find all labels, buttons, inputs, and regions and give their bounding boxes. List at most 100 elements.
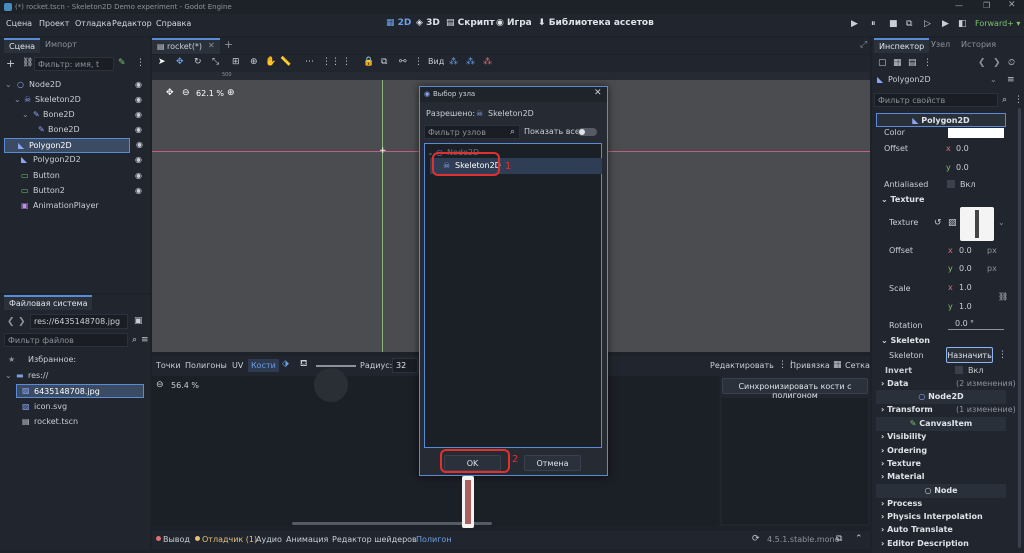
file-item-selected[interactable]: ▨ 6435148708.jpg: [16, 384, 144, 398]
workspace-2d[interactable]: ▦ 2D: [386, 18, 411, 28]
key-icon[interactable]: ⁂: [483, 57, 492, 67]
play-custom-icon[interactable]: ▶: [942, 19, 949, 29]
tab-points[interactable]: Точки: [156, 361, 181, 370]
uv-zoom-level[interactable]: 56.4 %: [171, 381, 199, 390]
forward-icon[interactable]: ❯: [993, 58, 1001, 68]
inspector-menu-icon[interactable]: ⋮: [1014, 95, 1023, 105]
load-resource-icon[interactable]: ▦: [893, 58, 902, 68]
eye-icon[interactable]: ◉: [135, 171, 144, 180]
scale-x-value[interactable]: 1.0: [959, 283, 972, 292]
scale-tool-icon[interactable]: ⤡: [212, 57, 219, 67]
texture-offset-y-value[interactable]: 0.0: [959, 264, 972, 273]
ruler-icon[interactable]: 📏: [280, 57, 291, 67]
physics-interpolation-section[interactable]: › Physics Interpolation: [881, 512, 983, 521]
save-resource-icon[interactable]: ▤: [908, 58, 917, 68]
pan-view-icon[interactable]: ✥: [166, 88, 174, 98]
ruler-tool-icon[interactable]: ⊞: [232, 57, 240, 67]
clear-weight-icon[interactable]: ⛾: [300, 359, 307, 370]
workspace-script[interactable]: ▤ Скрипт: [446, 18, 495, 28]
chevron-down-icon[interactable]: ⌄: [14, 95, 21, 104]
scene-script-icon[interactable]: ✎: [118, 58, 126, 68]
menu-editor[interactable]: Редактор: [112, 19, 152, 28]
tree-node-polygon2d[interactable]: ◣ Polygon2D: [4, 138, 130, 153]
tab-polygons[interactable]: Полигоны: [185, 361, 227, 370]
chevron-down-icon[interactable]: ⌄: [5, 80, 12, 89]
tree-node-bone2d[interactable]: ⌄ ✎ Bone2D ◉: [0, 108, 148, 123]
tab-bones[interactable]: Кости: [248, 359, 279, 372]
tree-node-animationplayer[interactable]: ▣ AnimationPlayer: [0, 199, 148, 214]
tab-rocket[interactable]: ▤ rocket(*) ✕: [152, 38, 220, 54]
filesystem-path-field[interactable]: res://6435148708.jpg: [30, 314, 128, 329]
more-icon[interactable]: ⋮: [342, 57, 351, 67]
center-view-icon[interactable]: ⁂: [466, 57, 475, 67]
stop-icon[interactable]: ■: [889, 19, 898, 29]
group-icon[interactable]: ⧉: [381, 57, 387, 67]
scale-y-value[interactable]: 1.0: [959, 302, 972, 311]
texture-thumbnail[interactable]: [960, 207, 994, 241]
play-scene-icon[interactable]: ▷: [924, 19, 931, 29]
snap-button[interactable]: Привязка: [790, 361, 830, 370]
property-filter-input[interactable]: Фильтр свойств: [874, 93, 998, 107]
new-resource-icon[interactable]: ▢: [878, 58, 887, 68]
weight-slider[interactable]: [316, 365, 356, 367]
tab-node[interactable]: Узел: [926, 38, 955, 53]
visibility-section[interactable]: › Visibility: [881, 432, 926, 441]
close-icon[interactable]: ✕: [1008, 0, 1016, 10]
texture-section[interactable]: ⌄ Texture: [881, 195, 924, 204]
split-view-icon[interactable]: ▣: [134, 316, 143, 326]
zoom-level[interactable]: 62.1 %: [196, 89, 224, 98]
chevron-down-icon[interactable]: ⌄: [990, 75, 997, 84]
tab-import[interactable]: Импорт: [40, 38, 82, 53]
assign-skeleton-button[interactable]: Назначить: [946, 347, 993, 363]
tab-inspector[interactable]: Инспектор: [874, 38, 930, 53]
offset-y-value[interactable]: 0.0: [956, 163, 969, 172]
pause-icon[interactable]: ⏸: [871, 19, 876, 29]
transform-section[interactable]: › Transform: [881, 405, 933, 414]
link-icon[interactable]: ⛓: [998, 292, 1008, 301]
data-section[interactable]: › Data: [881, 379, 908, 388]
tree-node-button2[interactable]: ▭ Button2 ◉: [0, 184, 148, 199]
object-menu-icon[interactable]: ≡: [1007, 75, 1015, 85]
auto-translate-section[interactable]: › Auto Translate: [881, 525, 953, 534]
editor-description-section[interactable]: › Editor Description: [881, 539, 969, 548]
offset-x-value[interactable]: 0.0: [956, 144, 969, 153]
workspace-assetlib[interactable]: ⬇ Библиотека ассетов: [538, 18, 654, 28]
nav-forward-icon[interactable]: ❯: [18, 317, 26, 327]
material-section[interactable]: › Material: [881, 472, 925, 481]
eye-icon[interactable]: ◉: [135, 80, 144, 89]
tab-output[interactable]: Вывод: [163, 535, 190, 544]
inspector-scrollbar[interactable]: [1018, 108, 1021, 548]
movie-icon[interactable]: ◧: [958, 19, 967, 29]
grid-snap-icon[interactable]: ⋮⋮: [322, 57, 340, 67]
radius-input[interactable]: 32: [392, 358, 418, 373]
eye-icon[interactable]: ◉: [135, 110, 144, 119]
tab-audio[interactable]: Аудио: [256, 535, 282, 544]
menu-scene[interactable]: Сцена: [6, 19, 32, 28]
menu-project[interactable]: Проект: [39, 19, 69, 28]
skeleton-section[interactable]: ⌄ Skeleton: [881, 336, 930, 345]
distraction-free-icon[interactable]: ⤢: [860, 40, 867, 50]
edit-button[interactable]: Редактировать: [710, 361, 774, 370]
add-node-icon[interactable]: +: [6, 57, 15, 70]
ordering-section[interactable]: › Ordering: [881, 446, 927, 455]
tree-node-polygon2d2[interactable]: ◣ Polygon2D2 ◉: [0, 153, 148, 168]
antialiased-checkbox[interactable]: [947, 180, 955, 188]
zoom-out-icon[interactable]: ⊖: [182, 88, 190, 98]
workspace-3d[interactable]: ◈ 3D: [416, 18, 440, 28]
move-tool-icon[interactable]: ✥: [176, 57, 184, 67]
eye-icon[interactable]: ◉: [135, 95, 144, 104]
rotate-tool-icon[interactable]: ↻: [194, 57, 202, 67]
grid-tool-icon[interactable]: ⁂: [449, 57, 458, 67]
eye-icon[interactable]: ◉: [135, 155, 144, 164]
node-filter-input[interactable]: Фильтр узлов: [424, 125, 520, 139]
tab-shader-editor[interactable]: Редактор шейдеров: [332, 535, 417, 544]
view-menu[interactable]: Вид: [428, 57, 444, 66]
tab-scene[interactable]: Сцена: [4, 38, 41, 53]
tree-node-bone2d-child[interactable]: ✎ Bone2D ◉: [0, 123, 148, 138]
color-swatch[interactable]: [948, 128, 1004, 138]
tree-node-node2d[interactable]: ⌄ ○ Node2D ◉: [0, 78, 148, 93]
scene-filter-input[interactable]: Фильтр: имя, t: [34, 57, 114, 71]
texture-preview-icon[interactable]: ▨: [948, 218, 957, 228]
rotation-value[interactable]: 0.0: [955, 319, 968, 328]
zoom-out-icon[interactable]: ⊖: [156, 380, 164, 390]
